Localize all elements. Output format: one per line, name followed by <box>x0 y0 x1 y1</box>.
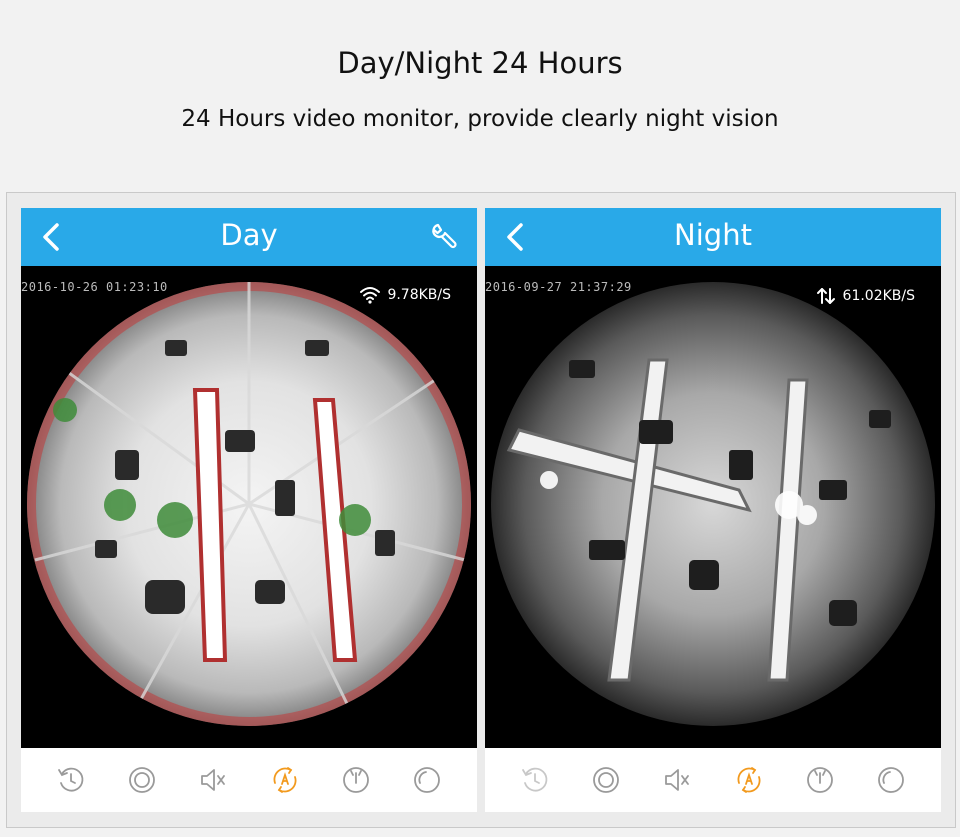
record-icon[interactable] <box>589 763 623 797</box>
capture-icon[interactable] <box>410 763 444 797</box>
capture-icon[interactable] <box>874 763 908 797</box>
day-panel: Day 2016-10-26 01:23:10 9.78KB/S <box>21 208 477 812</box>
day-title: Day <box>220 218 278 252</box>
night-timestamp: 2016-09-27 21:37:29 <box>485 280 632 294</box>
night-topbar: Night <box>485 208 941 266</box>
wrench-icon[interactable] <box>429 222 459 252</box>
page-title: Day/Night 24 Hours <box>337 46 623 80</box>
day-fisheye-view <box>27 282 471 726</box>
night-panel: Night 2016-09-27 21:37:29 61.02KB/S <box>485 208 941 812</box>
replay-icon[interactable] <box>54 763 88 797</box>
night-control-bar <box>485 748 941 812</box>
mute-icon[interactable] <box>196 763 230 797</box>
day-video-feed[interactable]: 2016-10-26 01:23:10 9.78KB/S <box>21 266 477 748</box>
auto-rotate-icon[interactable] <box>732 763 766 797</box>
day-rate-readout: 9.78KB/S <box>359 286 451 304</box>
night-video-feed[interactable]: 2016-09-27 21:37:29 61.02KB/S <box>485 266 941 748</box>
mode-icon[interactable] <box>339 763 373 797</box>
day-rate: 9.78KB/S <box>387 287 451 303</box>
night-rate: 61.02KB/S <box>842 288 915 304</box>
day-control-bar <box>21 748 477 812</box>
auto-rotate-icon[interactable] <box>268 763 302 797</box>
night-fisheye-view <box>491 282 935 726</box>
transfer-arrows-icon <box>816 288 835 304</box>
wifi-icon <box>360 287 381 304</box>
day-topbar: Day <box>21 208 477 266</box>
replay-icon[interactable] <box>518 763 552 797</box>
mute-icon[interactable] <box>660 763 694 797</box>
night-rate-readout: 61.02KB/S <box>815 286 915 306</box>
night-title: Night <box>674 218 752 252</box>
page-subtitle: 24 Hours video monitor, provide clearly … <box>181 106 779 132</box>
record-icon[interactable] <box>125 763 159 797</box>
mode-icon[interactable] <box>803 763 837 797</box>
day-timestamp: 2016-10-26 01:23:10 <box>21 280 168 294</box>
